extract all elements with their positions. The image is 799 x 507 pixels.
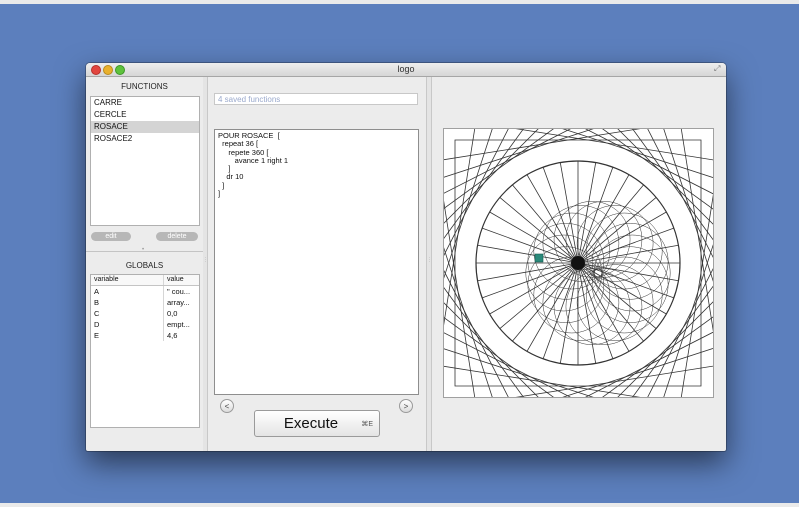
function-item-selected[interactable]: ROSACE xyxy=(91,121,199,133)
sidebar-divider xyxy=(86,251,203,252)
function-item[interactable]: CARRE xyxy=(91,97,199,109)
variable-cell: B xyxy=(91,297,164,308)
rosace-drawing xyxy=(403,88,726,438)
edit-button[interactable]: edit xyxy=(91,232,131,241)
turtle-canvas[interactable] xyxy=(403,88,726,438)
screen-top-edge xyxy=(0,0,799,4)
functions-title: FUNCTIONS xyxy=(121,82,168,91)
chevron-right-icon: > xyxy=(403,402,409,411)
code-line: dr 10 xyxy=(218,172,244,182)
variable-cell: C xyxy=(91,308,164,319)
value-cell: empt... xyxy=(166,320,190,329)
fullscreen-icon[interactable]: ⤢ xyxy=(714,65,722,73)
execute-shortcut: ⌘E xyxy=(361,421,373,428)
table-row[interactable]: D empt... xyxy=(91,319,199,330)
next-button[interactable]: > xyxy=(399,399,413,413)
functions-list[interactable]: CARRE CERCLE ROSACE ROSACE2 xyxy=(90,96,200,226)
value-cell: 0,0 xyxy=(166,309,178,318)
variable-cell: E xyxy=(91,330,164,341)
value-cell: " cou... xyxy=(166,287,191,296)
table-row[interactable]: C 0,0 xyxy=(91,308,199,319)
code-editor[interactable]: POUR ROSACE [ repeat 36 [ repete 360 [ a… xyxy=(214,129,419,395)
function-item[interactable]: CERCLE xyxy=(91,109,199,121)
table-row[interactable]: A " cou... xyxy=(91,286,199,297)
delete-button[interactable]: delete xyxy=(156,232,198,241)
left-sidebar: FUNCTIONS CARRE CERCLE ROSACE ROSACE2 ed… xyxy=(86,77,204,451)
title-bar[interactable]: logo ⤢ xyxy=(86,63,726,77)
value-cell: array... xyxy=(166,298,190,307)
table-row[interactable]: E 4,6 xyxy=(91,330,199,341)
value-cell: 4,6 xyxy=(166,331,178,340)
code-line: ] xyxy=(218,164,231,174)
turtle-icon xyxy=(534,253,544,263)
saved-functions-field[interactable]: 4 saved functions xyxy=(214,93,418,105)
screen-bottom-edge xyxy=(0,503,799,507)
splitter-handle[interactable]: • xyxy=(142,247,146,253)
function-item[interactable]: ROSACE2 xyxy=(91,133,199,145)
code-line: ] xyxy=(218,180,225,190)
variable-cell: D xyxy=(91,319,164,330)
code-line: avance 1 right 1 xyxy=(218,155,289,165)
column-header-variable[interactable]: variable xyxy=(91,275,164,285)
execute-label: Execute xyxy=(283,415,339,432)
editor-panel: 4 saved functions POUR ROSACE [ repeat 3… xyxy=(207,77,427,451)
center-hub xyxy=(571,256,585,270)
chevron-left-icon: < xyxy=(224,402,230,411)
globals-table[interactable]: variable value A " cou... B array... C 0… xyxy=(90,274,200,428)
globals-table-header: variable value xyxy=(91,275,199,286)
column-header-value[interactable]: value xyxy=(164,275,199,285)
window-title: logo xyxy=(397,64,415,74)
logo-app-window: logo ⤢ FUNCTIONS CARRE CERCLE ROSACE ROS… xyxy=(86,63,726,451)
code-line: ] xyxy=(218,189,221,199)
execute-button[interactable]: Execute ⌘E xyxy=(254,410,380,437)
globals-title: GLOBALS xyxy=(125,261,164,270)
table-row[interactable]: B array... xyxy=(91,297,199,308)
previous-button[interactable]: < xyxy=(220,399,234,413)
variable-cell: A xyxy=(91,286,164,297)
drawing-panel xyxy=(403,77,726,451)
